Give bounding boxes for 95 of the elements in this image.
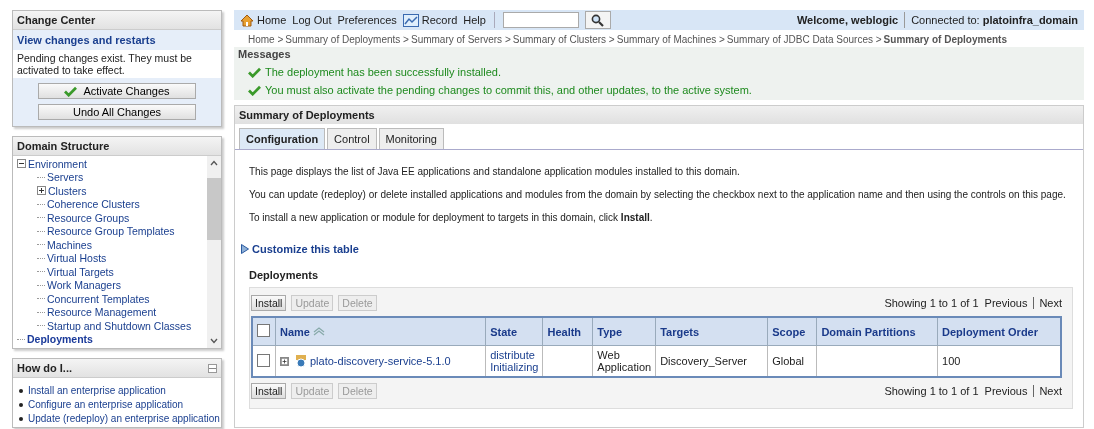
application-icon — [295, 354, 307, 368]
tab[interactable]: Monitoring — [378, 128, 444, 149]
bullet-icon — [19, 403, 23, 408]
check-icon — [64, 85, 78, 97]
tree-item[interactable]: Work Managers — [47, 279, 121, 292]
search-button[interactable] — [584, 11, 611, 29]
panel-title: Change Center — [13, 11, 221, 30]
tree-item[interactable]: Resource Groups — [47, 211, 130, 224]
breadcrumb-link[interactable]: Home > — [248, 34, 284, 45]
table-title: Deployments — [249, 269, 320, 281]
breadcrumb-link[interactable]: Summary of Deployments — [883, 34, 1007, 45]
tree-item[interactable]: Concurrent Templates — [47, 292, 150, 305]
collapse-icon[interactable] — [208, 363, 217, 373]
tree-item[interactable]: Environment — [28, 157, 87, 170]
description-text: To install a new application or module for deployment to targets in this domain, click Install. — [249, 212, 654, 223]
connection-label: Connected to: — [911, 14, 980, 26]
table-cell-text: Global — [772, 355, 806, 367]
tree-item[interactable]: Startup and Shutdown Classes — [47, 319, 192, 332]
toolbar-link[interactable]: Preferences — [337, 14, 397, 26]
description-text: You can update (redeploy) or delete installed applications and modules from the domain by selecting the checkbox next to the application name and then using the controls on this page. — [249, 189, 1067, 200]
next-link[interactable]: Next — [1033, 297, 1062, 309]
column-header[interactable]: Domain Partitions — [816, 317, 938, 346]
column-header[interactable]: Scope — [767, 317, 817, 346]
tree-item[interactable]: Deployments — [27, 333, 93, 346]
success-message: The deployment has been successfully installed. — [265, 66, 502, 78]
column-header[interactable]: Health — [542, 317, 593, 346]
expand-toggle[interactable] — [37, 186, 46, 196]
toolbar-link[interactable]: Log Out — [292, 14, 332, 26]
customize-table-link[interactable]: Customize this table — [252, 243, 359, 255]
chart-icon — [402, 13, 419, 27]
toolbar-link[interactable]: Home — [240, 13, 287, 27]
table-cell-text: 100 — [942, 355, 962, 367]
sort-icon — [312, 326, 325, 336]
toolbar-link[interactable]: Record — [402, 13, 458, 27]
check-icon — [248, 84, 261, 96]
tree-item[interactable]: Virtual Hosts — [47, 252, 107, 265]
install-button[interactable]: Install — [251, 383, 287, 399]
previous-link[interactable]: Previous — [984, 297, 1028, 309]
tree-item[interactable]: Servers — [47, 171, 84, 184]
triangle-icon — [241, 244, 249, 254]
tab[interactable]: Control — [327, 128, 377, 149]
bullet-icon — [19, 417, 23, 422]
checkbox[interactable] — [257, 324, 270, 337]
breadcrumb-link[interactable]: Summary of Deployments > — [285, 34, 409, 45]
column-header[interactable]: Type — [592, 317, 656, 346]
success-message: You must also activate the pending changes to commit this, and other updates, to the active system. — [265, 84, 752, 96]
tree-item[interactable]: Clusters — [48, 184, 87, 197]
messages-title: Messages — [238, 48, 292, 60]
tab[interactable]: Configuration — [239, 128, 326, 149]
expand-toggle[interactable] — [280, 356, 289, 366]
scroll-down-icon[interactable] — [210, 338, 218, 344]
panel-title: Domain Structure — [13, 137, 221, 156]
deployment-name-link[interactable]: plato-discovery-service-5.1.0 — [310, 355, 451, 367]
help-link[interactable]: Configure an enterprise application — [28, 399, 184, 410]
house-icon — [240, 13, 254, 27]
search-icon — [591, 13, 605, 27]
check-icon — [248, 66, 261, 78]
pending-changes-message: Pending changes exist. They must be activated to take effect. — [13, 50, 221, 78]
tree-item[interactable]: Coherence Clusters — [47, 198, 140, 211]
column-header[interactable]: Targets — [655, 317, 768, 346]
column-header[interactable]: State — [485, 317, 543, 346]
table-cell-text: Discovery_Server — [660, 355, 748, 367]
panel-title: Summary of Deployments — [235, 106, 1083, 124]
scrollbar[interactable] — [207, 156, 221, 348]
breadcrumb-link[interactable]: Summary of Machines > — [616, 34, 725, 45]
breadcrumb-link[interactable]: Summary of Servers > — [410, 34, 511, 45]
help-link[interactable]: Update (redeploy) an enterprise application — [28, 413, 220, 424]
column-header[interactable]: Deployment Order — [937, 317, 1061, 346]
breadcrumb-link[interactable]: Summary of JDBC Data Sources > — [726, 34, 882, 45]
tree-item[interactable]: Machines — [47, 238, 92, 251]
pagination-status: Showing 1 to 1 of 1 — [884, 385, 979, 397]
bullet-icon — [19, 389, 23, 394]
pagination-status: Showing 1 to 1 of 1 — [884, 297, 979, 309]
help-link[interactable]: Install an enterprise application — [28, 385, 166, 396]
toolbar-link[interactable]: Help — [463, 14, 486, 26]
table-cell: Web Application — [597, 349, 652, 373]
activate-changes-button[interactable]: Activate Changes — [38, 83, 196, 99]
column-header[interactable]: Name — [275, 317, 486, 346]
view-changes-link[interactable]: View changes and restarts — [13, 30, 221, 50]
tree-item[interactable]: Resource Group Templates — [47, 225, 175, 238]
welcome-text: Welcome, weblogic — [796, 14, 899, 26]
tree-item[interactable]: Resource Management — [47, 306, 157, 319]
domain-name: platoinfra_domain — [982, 14, 1078, 26]
checkbox[interactable] — [257, 353, 270, 367]
scroll-up-icon[interactable] — [210, 160, 218, 166]
panel-title: How do I... — [17, 362, 72, 374]
search-field[interactable] — [502, 12, 579, 28]
previous-link[interactable]: Previous — [984, 385, 1028, 397]
install-button[interactable]: Install — [251, 295, 287, 311]
description-text: This page displays the list of Java EE applications and standalone application modules installed to this domain. — [249, 166, 741, 177]
next-link[interactable]: Next — [1033, 385, 1062, 397]
tree-item[interactable]: Virtual Targets — [47, 265, 114, 278]
undo-changes-button[interactable]: Undo All Changes — [38, 104, 196, 120]
breadcrumb-link[interactable]: Summary of Clusters > — [512, 34, 615, 45]
collapse-toggle[interactable] — [17, 159, 26, 169]
